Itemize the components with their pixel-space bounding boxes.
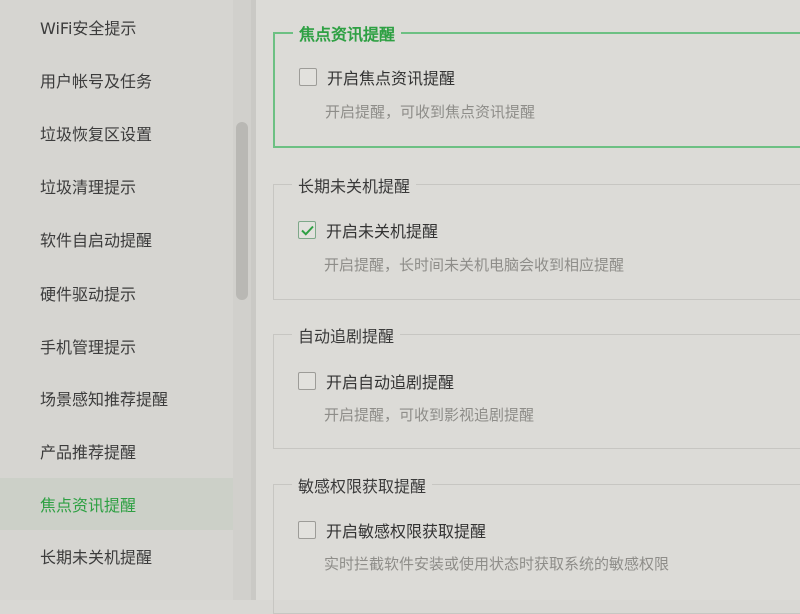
group-long-uptime: 长期未关机提醒 开启未关机提醒 开启提醒，长时间未关机电脑会收到相应提醒 xyxy=(273,173,800,300)
uptime-toggle[interactable]: 开启未关机提醒 xyxy=(298,218,438,242)
settings-content: 焦点资讯提醒 开启焦点资讯提醒 开启提醒，可收到焦点资讯提醒 长期未关机提醒 开… xyxy=(256,0,800,614)
permission-checkbox[interactable] xyxy=(298,521,316,539)
option-description: 开启提醒，长时间未关机电脑会收到相应提醒 xyxy=(324,256,625,274)
option-label: 开启自动追剧提醒 xyxy=(326,373,455,392)
sidebar-item-junk-cleanup[interactable]: 垃圾清理提示 xyxy=(0,160,233,212)
sidebar-item-recycle-area[interactable]: 垃圾恢复区设置 xyxy=(0,107,233,159)
sidebar-item-startup[interactable]: 软件自启动提醒 xyxy=(0,213,233,265)
sidebar-item-user-account[interactable]: 用户帐号及任务 xyxy=(0,54,233,106)
option-description: 实时拦截软件安装或使用状态时获取系统的敏感权限 xyxy=(324,555,670,573)
option-description: 开启提醒，可收到影视追剧提醒 xyxy=(324,406,535,424)
group-auto-drama: 自动追剧提醒 开启自动追剧提醒 开启提醒，可收到影视追剧提醒 xyxy=(273,323,800,449)
option-label: 开启焦点资讯提醒 xyxy=(327,69,456,88)
sidebar-item-product[interactable]: 产品推荐提醒 xyxy=(0,425,233,477)
sidebar-item-long-uptime[interactable]: 长期未关机提醒 xyxy=(0,530,233,582)
group-focus-news: 焦点资讯提醒 开启焦点资讯提醒 开启提醒，可收到焦点资讯提醒 xyxy=(273,21,800,148)
sidebar-item-driver[interactable]: 硬件驱动提示 xyxy=(0,267,233,319)
option-description: 开启提醒，可收到焦点资讯提醒 xyxy=(325,103,536,121)
option-label: 开启未关机提醒 xyxy=(326,222,439,241)
sidebar-item-phone[interactable]: 手机管理提示 xyxy=(0,320,233,372)
sidebar-item-scene[interactable]: 场景感知推荐提醒 xyxy=(0,372,233,424)
group-title: 焦点资讯提醒 xyxy=(293,21,402,45)
checkmark-icon xyxy=(300,225,314,236)
group-title: 敏感权限获取提醒 xyxy=(292,473,433,497)
sidebar-item-focus-news[interactable]: 焦点资讯提醒 xyxy=(0,478,233,530)
drama-toggle[interactable]: 开启自动追剧提醒 xyxy=(298,369,454,393)
scrollbar-thumb[interactable] xyxy=(236,122,248,300)
sidebar-scrollbar[interactable] xyxy=(233,0,251,600)
drama-checkbox[interactable] xyxy=(298,372,316,390)
permission-toggle[interactable]: 开启敏感权限获取提醒 xyxy=(298,518,486,542)
focus-news-toggle[interactable]: 开启焦点资讯提醒 xyxy=(299,65,455,89)
group-title: 长期未关机提醒 xyxy=(292,173,417,197)
group-sensitive-permission: 敏感权限获取提醒 开启敏感权限获取提醒 实时拦截软件安装或使用状态时获取系统的敏… xyxy=(273,473,800,614)
group-title: 自动追剧提醒 xyxy=(292,323,401,347)
uptime-checkbox[interactable] xyxy=(298,221,316,239)
option-label: 开启敏感权限获取提醒 xyxy=(326,522,487,541)
focus-news-checkbox[interactable] xyxy=(299,68,317,86)
sidebar-item-wifi-security[interactable]: WiFi安全提示 xyxy=(0,1,233,53)
sidebar: WiFi安全提示 用户帐号及任务 垃圾恢复区设置 垃圾清理提示 软件自启动提醒 … xyxy=(0,0,233,600)
